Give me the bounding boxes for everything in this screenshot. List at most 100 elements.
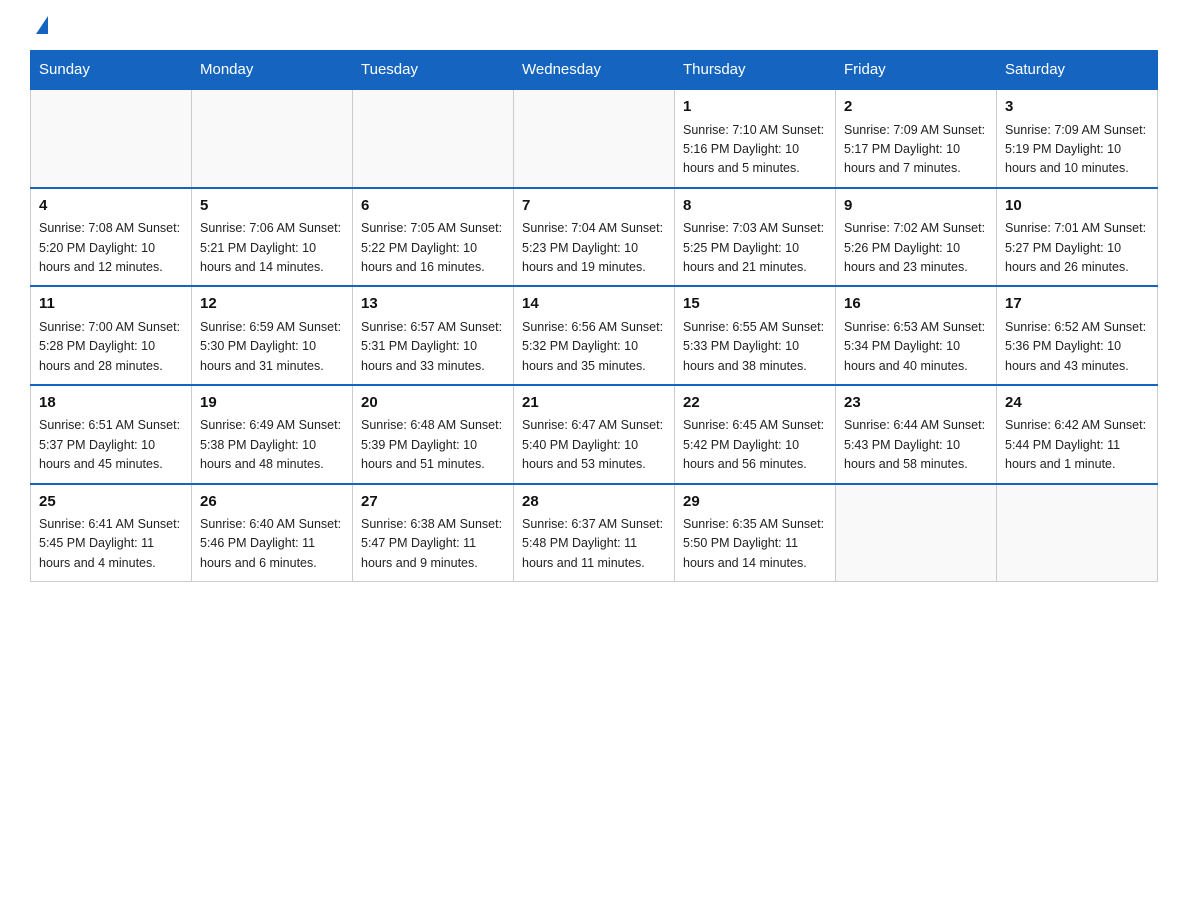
- week-row-4: 18Sunrise: 6:51 AM Sunset: 5:37 PM Dayli…: [31, 385, 1158, 484]
- day-info: Sunrise: 6:52 AM Sunset: 5:36 PM Dayligh…: [1005, 318, 1149, 376]
- day-number: 9: [844, 195, 988, 218]
- day-number: 20: [361, 392, 505, 415]
- calendar-cell: [836, 484, 997, 582]
- calendar-cell: [514, 89, 675, 188]
- day-info: Sunrise: 6:57 AM Sunset: 5:31 PM Dayligh…: [361, 318, 505, 376]
- calendar-header: SundayMondayTuesdayWednesdayThursdayFrid…: [31, 51, 1158, 90]
- calendar-cell: [353, 89, 514, 188]
- calendar-cell: 6Sunrise: 7:05 AM Sunset: 5:22 PM Daylig…: [353, 188, 514, 287]
- day-info: Sunrise: 7:03 AM Sunset: 5:25 PM Dayligh…: [683, 219, 827, 277]
- day-number: 27: [361, 491, 505, 514]
- logo-triangle-icon: [36, 16, 48, 34]
- calendar-cell: 24Sunrise: 6:42 AM Sunset: 5:44 PM Dayli…: [997, 385, 1158, 484]
- day-number: 12: [200, 293, 344, 316]
- calendar-cell: 12Sunrise: 6:59 AM Sunset: 5:30 PM Dayli…: [192, 286, 353, 385]
- calendar-cell: 16Sunrise: 6:53 AM Sunset: 5:34 PM Dayli…: [836, 286, 997, 385]
- calendar-cell: 5Sunrise: 7:06 AM Sunset: 5:21 PM Daylig…: [192, 188, 353, 287]
- calendar-body: 1Sunrise: 7:10 AM Sunset: 5:16 PM Daylig…: [31, 89, 1158, 582]
- day-number: 14: [522, 293, 666, 316]
- day-number: 1: [683, 96, 827, 119]
- day-number: 19: [200, 392, 344, 415]
- day-info: Sunrise: 6:59 AM Sunset: 5:30 PM Dayligh…: [200, 318, 344, 376]
- day-info: Sunrise: 6:35 AM Sunset: 5:50 PM Dayligh…: [683, 515, 827, 573]
- calendar-cell: 20Sunrise: 6:48 AM Sunset: 5:39 PM Dayli…: [353, 385, 514, 484]
- day-number: 8: [683, 195, 827, 218]
- calendar-cell: 29Sunrise: 6:35 AM Sunset: 5:50 PM Dayli…: [675, 484, 836, 582]
- day-number: 18: [39, 392, 183, 415]
- weekday-header-sunday: Sunday: [31, 51, 192, 90]
- weekday-header-thursday: Thursday: [675, 51, 836, 90]
- day-info: Sunrise: 7:00 AM Sunset: 5:28 PM Dayligh…: [39, 318, 183, 376]
- calendar-cell: 26Sunrise: 6:40 AM Sunset: 5:46 PM Dayli…: [192, 484, 353, 582]
- day-info: Sunrise: 6:37 AM Sunset: 5:48 PM Dayligh…: [522, 515, 666, 573]
- day-info: Sunrise: 6:51 AM Sunset: 5:37 PM Dayligh…: [39, 416, 183, 474]
- day-info: Sunrise: 6:55 AM Sunset: 5:33 PM Dayligh…: [683, 318, 827, 376]
- day-info: Sunrise: 7:09 AM Sunset: 5:17 PM Dayligh…: [844, 121, 988, 179]
- calendar-cell: 23Sunrise: 6:44 AM Sunset: 5:43 PM Dayli…: [836, 385, 997, 484]
- calendar-cell: 13Sunrise: 6:57 AM Sunset: 5:31 PM Dayli…: [353, 286, 514, 385]
- day-number: 25: [39, 491, 183, 514]
- calendar-cell: 3Sunrise: 7:09 AM Sunset: 5:19 PM Daylig…: [997, 89, 1158, 188]
- calendar-cell: 7Sunrise: 7:04 AM Sunset: 5:23 PM Daylig…: [514, 188, 675, 287]
- day-info: Sunrise: 7:10 AM Sunset: 5:16 PM Dayligh…: [683, 121, 827, 179]
- day-number: 22: [683, 392, 827, 415]
- day-info: Sunrise: 7:04 AM Sunset: 5:23 PM Dayligh…: [522, 219, 666, 277]
- calendar-cell: 15Sunrise: 6:55 AM Sunset: 5:33 PM Dayli…: [675, 286, 836, 385]
- day-number: 7: [522, 195, 666, 218]
- week-row-2: 4Sunrise: 7:08 AM Sunset: 5:20 PM Daylig…: [31, 188, 1158, 287]
- week-row-1: 1Sunrise: 7:10 AM Sunset: 5:16 PM Daylig…: [31, 89, 1158, 188]
- day-number: 23: [844, 392, 988, 415]
- day-number: 21: [522, 392, 666, 415]
- day-info: Sunrise: 7:09 AM Sunset: 5:19 PM Dayligh…: [1005, 121, 1149, 179]
- week-row-3: 11Sunrise: 7:00 AM Sunset: 5:28 PM Dayli…: [31, 286, 1158, 385]
- day-number: 17: [1005, 293, 1149, 316]
- weekday-header-friday: Friday: [836, 51, 997, 90]
- calendar-cell: 11Sunrise: 7:00 AM Sunset: 5:28 PM Dayli…: [31, 286, 192, 385]
- day-number: 2: [844, 96, 988, 119]
- calendar-cell: 4Sunrise: 7:08 AM Sunset: 5:20 PM Daylig…: [31, 188, 192, 287]
- day-info: Sunrise: 7:06 AM Sunset: 5:21 PM Dayligh…: [200, 219, 344, 277]
- day-number: 3: [1005, 96, 1149, 119]
- day-info: Sunrise: 6:47 AM Sunset: 5:40 PM Dayligh…: [522, 416, 666, 474]
- weekday-header-row: SundayMondayTuesdayWednesdayThursdayFrid…: [31, 51, 1158, 90]
- calendar-cell: [997, 484, 1158, 582]
- day-info: Sunrise: 6:48 AM Sunset: 5:39 PM Dayligh…: [361, 416, 505, 474]
- day-number: 5: [200, 195, 344, 218]
- day-info: Sunrise: 6:38 AM Sunset: 5:47 PM Dayligh…: [361, 515, 505, 573]
- day-number: 24: [1005, 392, 1149, 415]
- day-info: Sunrise: 7:02 AM Sunset: 5:26 PM Dayligh…: [844, 219, 988, 277]
- week-row-5: 25Sunrise: 6:41 AM Sunset: 5:45 PM Dayli…: [31, 484, 1158, 582]
- day-number: 26: [200, 491, 344, 514]
- day-number: 10: [1005, 195, 1149, 218]
- day-info: Sunrise: 6:56 AM Sunset: 5:32 PM Dayligh…: [522, 318, 666, 376]
- day-info: Sunrise: 6:41 AM Sunset: 5:45 PM Dayligh…: [39, 515, 183, 573]
- calendar-cell: 17Sunrise: 6:52 AM Sunset: 5:36 PM Dayli…: [997, 286, 1158, 385]
- calendar-cell: 10Sunrise: 7:01 AM Sunset: 5:27 PM Dayli…: [997, 188, 1158, 287]
- calendar-cell: 9Sunrise: 7:02 AM Sunset: 5:26 PM Daylig…: [836, 188, 997, 287]
- calendar-cell: 22Sunrise: 6:45 AM Sunset: 5:42 PM Dayli…: [675, 385, 836, 484]
- weekday-header-saturday: Saturday: [997, 51, 1158, 90]
- day-info: Sunrise: 7:05 AM Sunset: 5:22 PM Dayligh…: [361, 219, 505, 277]
- day-number: 13: [361, 293, 505, 316]
- day-number: 6: [361, 195, 505, 218]
- calendar-cell: [31, 89, 192, 188]
- calendar-cell: 14Sunrise: 6:56 AM Sunset: 5:32 PM Dayli…: [514, 286, 675, 385]
- day-info: Sunrise: 7:01 AM Sunset: 5:27 PM Dayligh…: [1005, 219, 1149, 277]
- day-number: 15: [683, 293, 827, 316]
- calendar-cell: 28Sunrise: 6:37 AM Sunset: 5:48 PM Dayli…: [514, 484, 675, 582]
- day-info: Sunrise: 7:08 AM Sunset: 5:20 PM Dayligh…: [39, 219, 183, 277]
- weekday-header-monday: Monday: [192, 51, 353, 90]
- day-number: 28: [522, 491, 666, 514]
- calendar-cell: 21Sunrise: 6:47 AM Sunset: 5:40 PM Dayli…: [514, 385, 675, 484]
- calendar-cell: 2Sunrise: 7:09 AM Sunset: 5:17 PM Daylig…: [836, 89, 997, 188]
- day-info: Sunrise: 6:44 AM Sunset: 5:43 PM Dayligh…: [844, 416, 988, 474]
- day-info: Sunrise: 6:40 AM Sunset: 5:46 PM Dayligh…: [200, 515, 344, 573]
- day-number: 4: [39, 195, 183, 218]
- calendar-cell: 8Sunrise: 7:03 AM Sunset: 5:25 PM Daylig…: [675, 188, 836, 287]
- calendar-cell: 19Sunrise: 6:49 AM Sunset: 5:38 PM Dayli…: [192, 385, 353, 484]
- logo: [30, 20, 48, 34]
- calendar-cell: 27Sunrise: 6:38 AM Sunset: 5:47 PM Dayli…: [353, 484, 514, 582]
- weekday-header-tuesday: Tuesday: [353, 51, 514, 90]
- day-info: Sunrise: 6:49 AM Sunset: 5:38 PM Dayligh…: [200, 416, 344, 474]
- calendar-table: SundayMondayTuesdayWednesdayThursdayFrid…: [30, 50, 1158, 582]
